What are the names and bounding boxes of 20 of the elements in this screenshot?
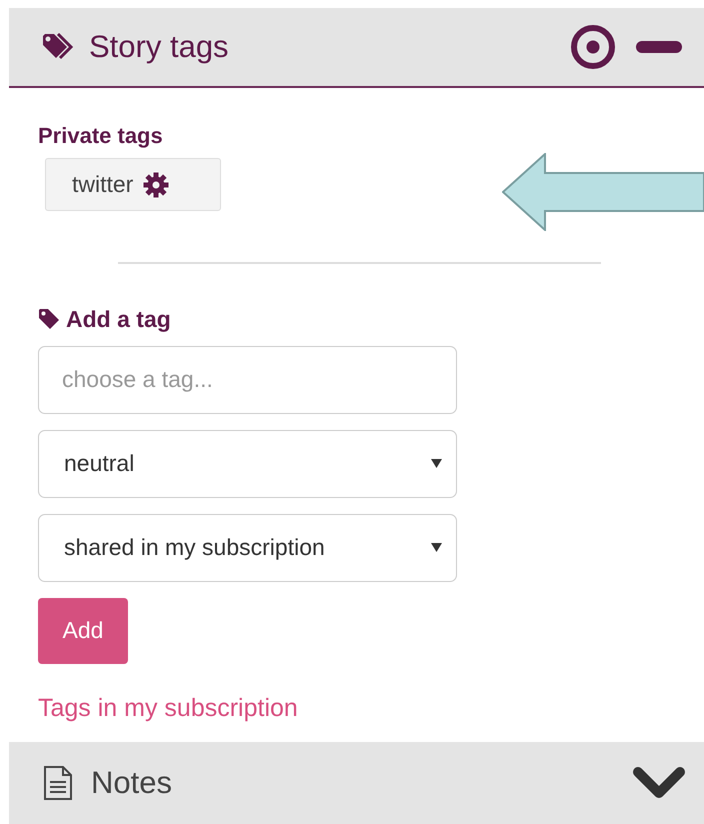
tag-input-field[interactable]: choose a tag... — [38, 346, 457, 414]
notes-header[interactable]: Notes — [9, 742, 704, 824]
target-icon[interactable] — [570, 24, 616, 70]
chevron-down-icon[interactable] — [632, 766, 686, 800]
section-heading: Add a tag — [66, 305, 171, 334]
section-heading: Private tags — [38, 122, 164, 150]
tag-chip[interactable]: twitter — [45, 158, 221, 211]
notes-title: Notes — [91, 764, 172, 802]
dropdown-select[interactable]: neutral — [38, 430, 457, 498]
gear-icon[interactable] — [143, 172, 170, 198]
add-button[interactable]: Add — [38, 598, 128, 664]
subscription-tags-link[interactable]: Tags in my subscription — [38, 690, 298, 727]
panel-title: Story tags — [89, 28, 229, 66]
document-icon — [43, 766, 73, 800]
dropdown-caret-icon — [431, 543, 442, 552]
tag-label: twitter — [72, 170, 134, 200]
dropdown-select[interactable]: shared in my subscription — [38, 514, 457, 582]
dropdown-caret-icon — [431, 459, 442, 468]
tag-icon — [38, 308, 60, 330]
minimize-icon[interactable] — [636, 41, 682, 53]
